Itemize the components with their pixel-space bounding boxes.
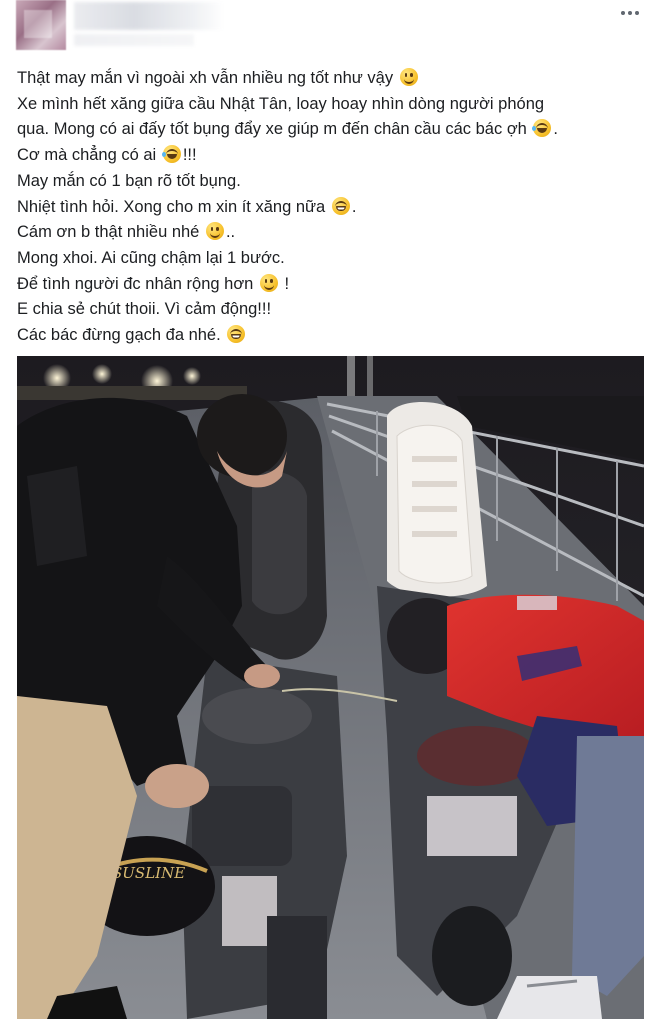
post-line: May mắn có 1 bạn rõ tốt bụng. bbox=[17, 169, 647, 195]
post-header bbox=[0, 0, 660, 60]
more-dot bbox=[628, 11, 632, 15]
post-line-text: E chia sẻ chút thoii. Vì cảm động!!! bbox=[17, 300, 272, 319]
post-line: Các bác đừng gạch đa nhé. bbox=[17, 323, 647, 349]
post-line: Cơ mà chẳng có ai !!! bbox=[17, 143, 647, 169]
post-line: Nhiệt tình hỏi. Xong cho m xin ít xăng n… bbox=[17, 195, 647, 221]
post-line: Mong xhoi. Ai cũng chậm lại 1 bước. bbox=[17, 246, 647, 272]
helmet-brand-text: SUSLINE bbox=[112, 864, 185, 882]
more-options-button[interactable] bbox=[618, 4, 642, 22]
post-line-text: Mong xhoi. Ai cũng chậm lại 1 bước. bbox=[17, 248, 285, 267]
post-line-text: qua. Mong có ai đấy tốt bụng đẩy xe giúp… bbox=[17, 120, 527, 139]
post-body: Thật may mắn vì ngoài xh vẫn nhiều ng tố… bbox=[17, 66, 647, 349]
post-line-text: May mắn có 1 bạn rõ tốt bụng. bbox=[17, 171, 241, 190]
post-line-suffix: !!! bbox=[182, 146, 197, 165]
post-line-text: Cơ mà chẳng có ai bbox=[17, 146, 157, 165]
avatar[interactable] bbox=[16, 0, 66, 50]
author-name-blurred[interactable] bbox=[74, 2, 224, 30]
smile-emoji-icon bbox=[205, 222, 224, 241]
bridge-scene-illustration: SUSLINE bbox=[17, 356, 644, 1019]
smile-emoji-icon bbox=[399, 68, 418, 86]
post-line-text: Nhiệt tình hỏi. Xong cho m xin ít xăng n… bbox=[17, 197, 326, 216]
laugh-emoji-icon bbox=[532, 119, 552, 138]
post-line-text: Để tình người đc nhân rộng hơn bbox=[17, 274, 254, 293]
post-line-suffix: .. bbox=[225, 223, 236, 242]
post-line: Xe mình hết xăng giữa cầu Nhật Tân, loay… bbox=[17, 92, 647, 118]
post-line: Để tình người đc nhân rộng hơn ! bbox=[17, 272, 647, 298]
post-line: Thật may mắn vì ngoài xh vẫn nhiều ng tố… bbox=[17, 66, 647, 92]
post-line-suffix: . bbox=[553, 120, 559, 139]
post-line-text: Cám ơn b thật nhiều nhé bbox=[17, 223, 200, 242]
post-line-suffix: . bbox=[351, 197, 357, 216]
post-meta-blurred bbox=[74, 34, 194, 46]
post-line: qua. Mong có ai đấy tốt bụng đẩy xe giúp… bbox=[17, 117, 647, 143]
post-line: E chia sẻ chút thoii. Vì cảm động!!! bbox=[17, 297, 647, 323]
post-line-text: Xe mình hết xăng giữa cầu Nhật Tân, loay… bbox=[17, 94, 545, 113]
post-line-suffix: ! bbox=[279, 274, 290, 293]
smile-emoji-icon bbox=[259, 273, 278, 292]
laugh-emoji-icon bbox=[161, 145, 181, 164]
post-line: Cám ơn b thật nhiều nhé .. bbox=[17, 220, 647, 246]
post-line-text: Thật may mắn vì ngoài xh vẫn nhiều ng tố… bbox=[17, 69, 394, 87]
post-line-text: Các bác đừng gạch đa nhé. bbox=[17, 326, 221, 345]
more-dot bbox=[635, 11, 639, 15]
grin-emoji-icon bbox=[227, 325, 246, 344]
post-photo[interactable]: SUSLINE bbox=[17, 356, 644, 1019]
grin-emoji-icon bbox=[331, 196, 350, 215]
more-horizontal-icon bbox=[621, 11, 625, 15]
